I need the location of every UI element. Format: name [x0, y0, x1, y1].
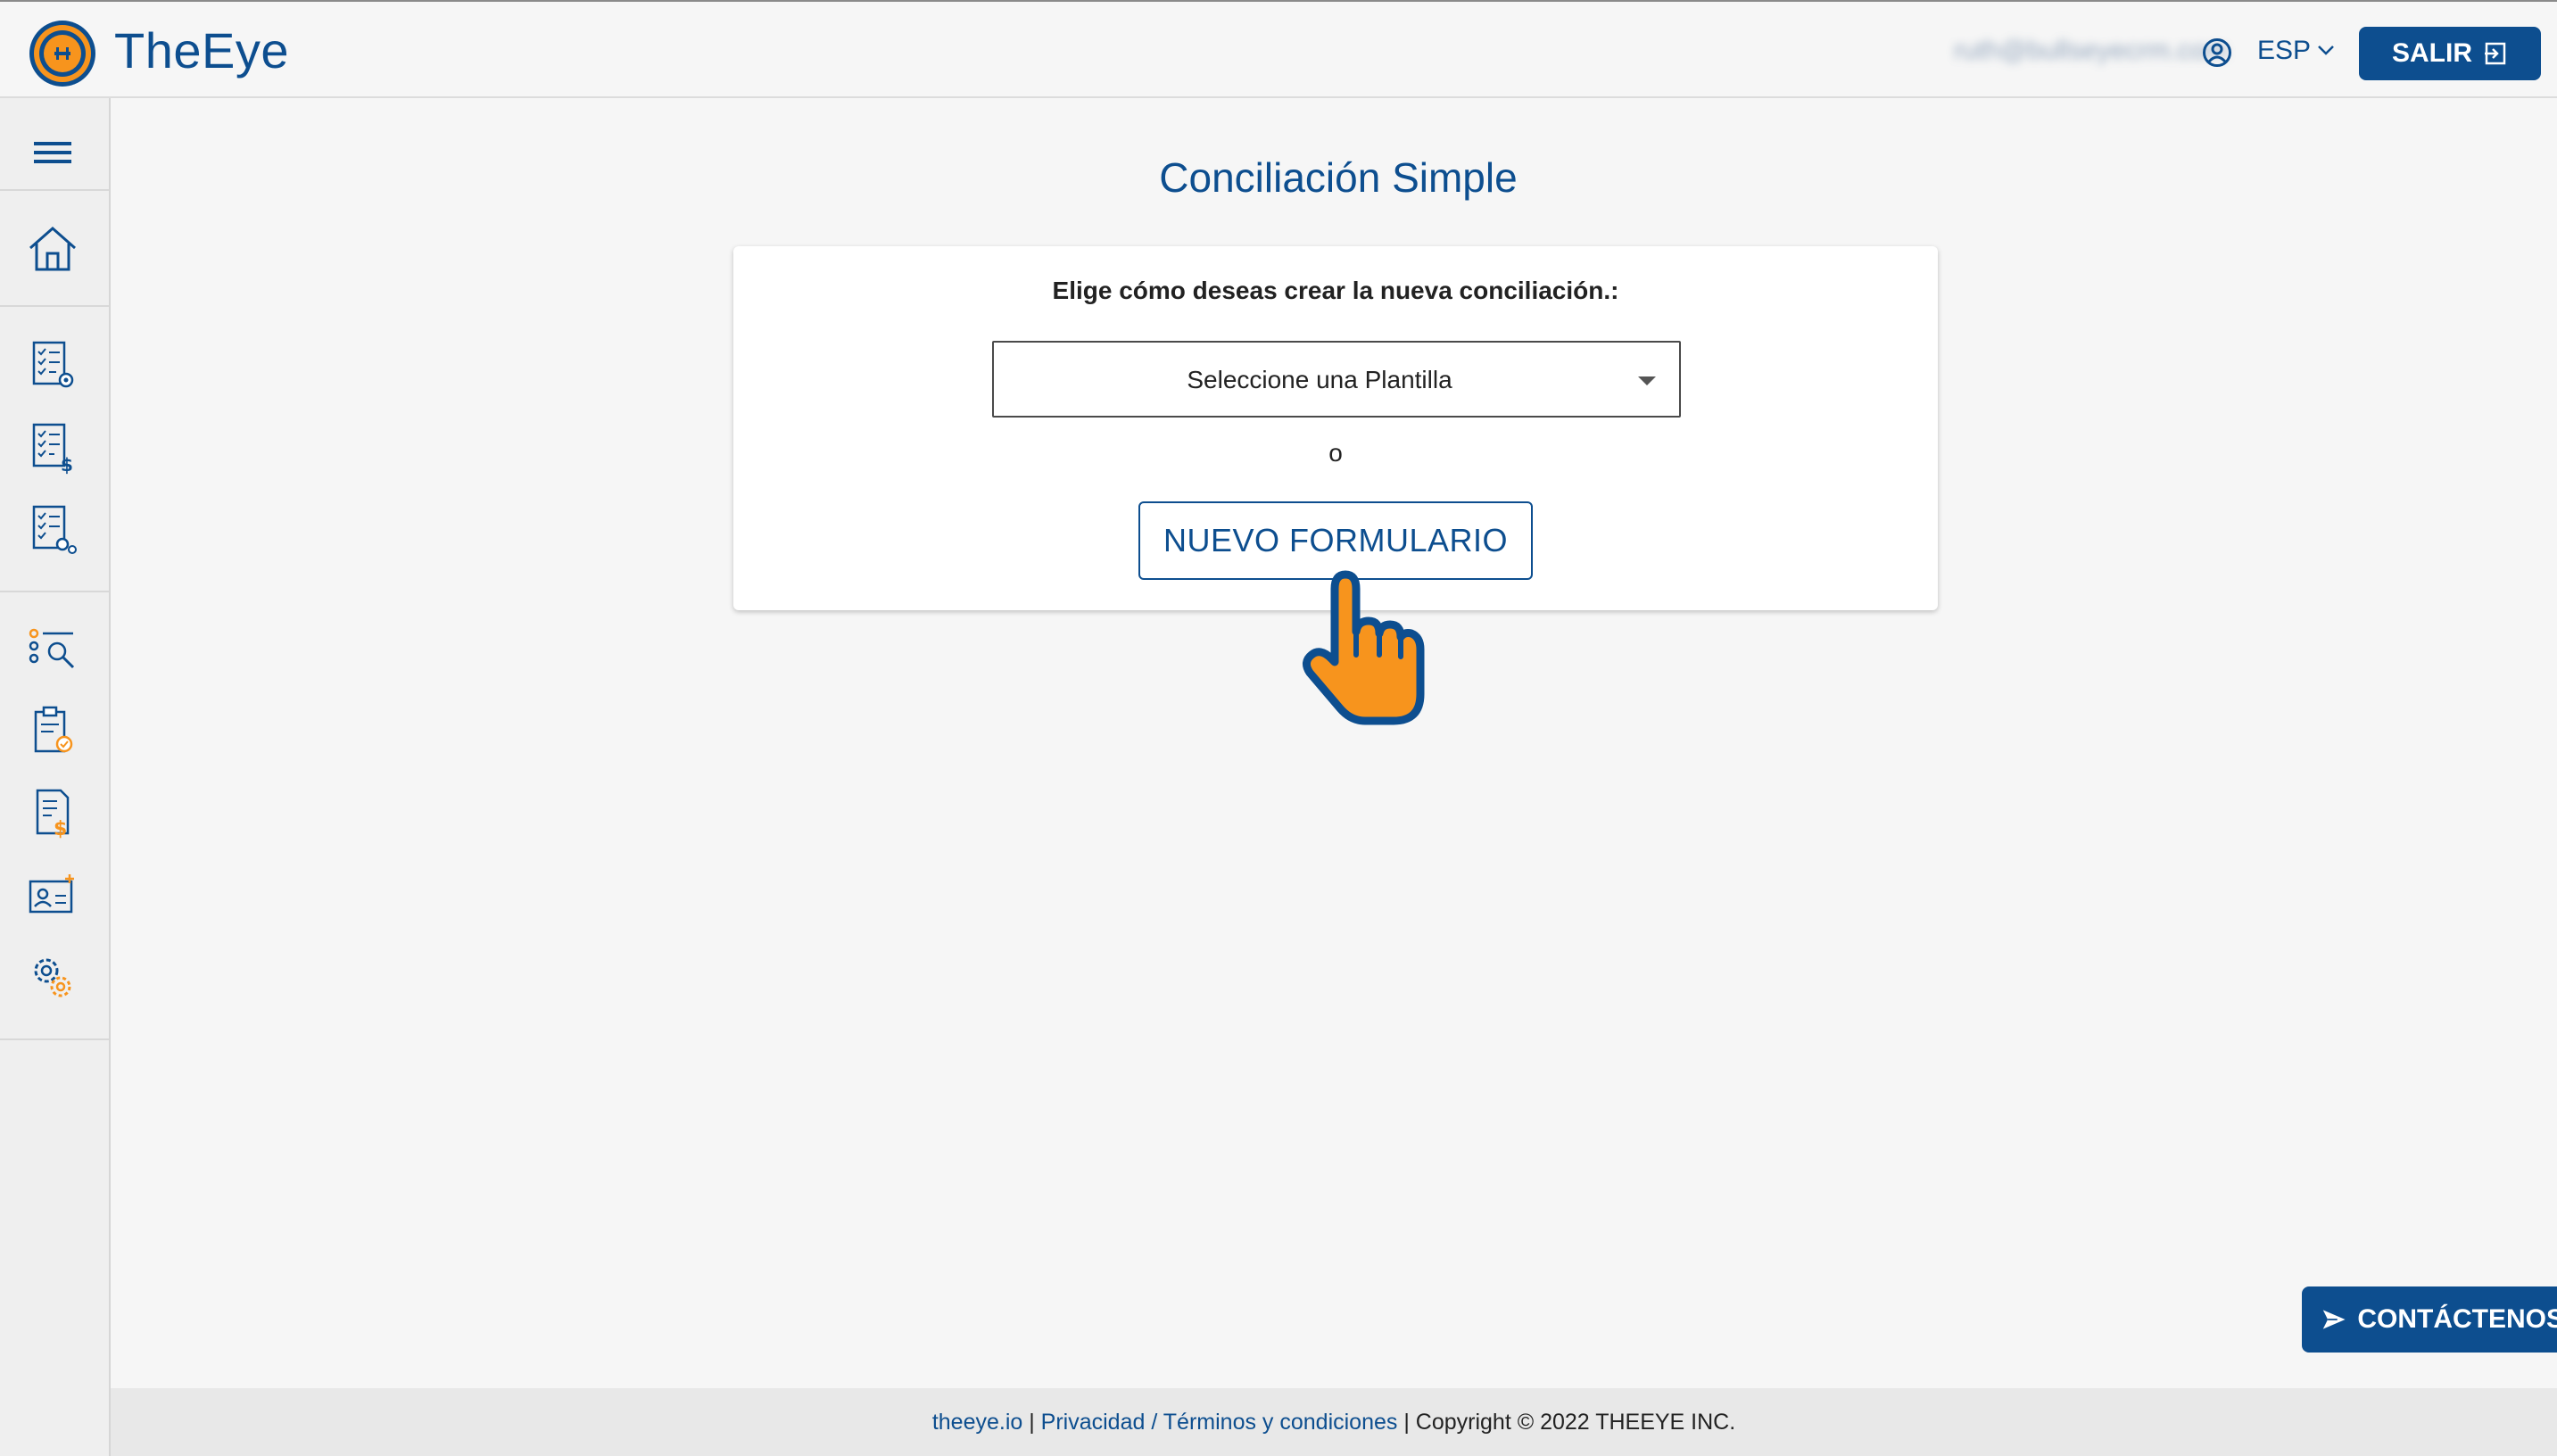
brand-name: TheEye — [114, 22, 289, 79]
user-account-icon[interactable] — [2202, 37, 2232, 68]
page-title: Conciliación Simple — [1159, 154, 1518, 201]
clipboard-check-icon[interactable] — [25, 703, 80, 758]
logout-icon — [2485, 42, 2506, 65]
footer-copyright: | Copyright © 2022 THEEYE INC. — [1397, 1410, 1736, 1435]
settings-gears-icon[interactable] — [25, 949, 80, 1005]
card-prompt: Elige cómo deseas crear la nueva concili… — [1052, 277, 1619, 304]
template-select-value: Seleccione una Plantilla — [1187, 366, 1452, 393]
user-email: ruth@bullseyecrm.com — [1954, 36, 2229, 65]
new-reconciliation-card: Elige cómo deseas crear la nueva concili… — [733, 246, 1938, 610]
footer-privacy-link[interactable]: Privacidad / Términos y condiciones — [1041, 1410, 1398, 1435]
footer-separator: | — [1022, 1410, 1041, 1435]
logout-label: SALIR — [2392, 38, 2472, 68]
logout-button[interactable]: SALIR — [2359, 27, 2541, 80]
send-icon — [2322, 1310, 2346, 1329]
user-card-icon[interactable] — [25, 867, 80, 922]
or-separator: o — [1328, 439, 1343, 467]
document-dollar-icon[interactable]: $ — [25, 785, 80, 840]
footer: theeye.io | Privacidad / Términos y cond… — [111, 1388, 2557, 1456]
footer-site-link[interactable]: theeye.io — [932, 1410, 1022, 1435]
top-header: TheEye ruth@bullseyecrm.com ESP SALIR — [0, 0, 2557, 98]
hand-pointer-icon — [1303, 570, 1425, 725]
template-select[interactable]: Seleccione una Plantilla — [992, 341, 1681, 418]
search-list-icon[interactable] — [25, 621, 80, 676]
language-selector[interactable]: ESP — [2257, 36, 2311, 66]
contact-us-label: CONTÁCTENOS — [2357, 1304, 2557, 1334]
svg-text:$: $ — [61, 454, 73, 475]
dropdown-arrow-icon — [1638, 376, 1656, 385]
home-icon[interactable] — [25, 221, 80, 277]
contact-us-button[interactable]: CONTÁCTENOS — [2302, 1286, 2557, 1353]
theeye-logo-icon[interactable] — [27, 18, 98, 89]
footer-line: theeye.io | Privacidad / Términos y cond… — [111, 1410, 2557, 1435]
menu-icon[interactable] — [25, 125, 80, 180]
svg-text:$: $ — [54, 818, 67, 840]
checklist-dollar-icon[interactable]: $ — [25, 419, 80, 475]
checklist-gears-icon[interactable] — [25, 501, 80, 557]
sidebar: $ $ — [0, 98, 111, 1456]
checklist-settings-icon[interactable] — [25, 337, 80, 393]
chevron-down-icon[interactable] — [2316, 43, 2336, 57]
